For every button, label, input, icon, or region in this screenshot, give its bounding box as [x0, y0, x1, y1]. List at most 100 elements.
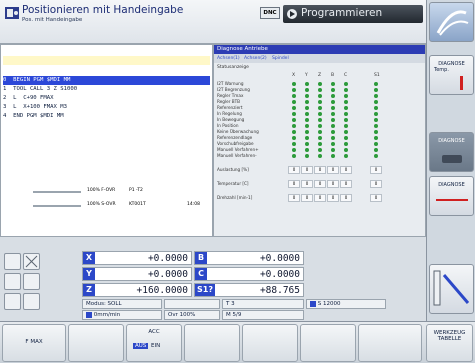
acc-label: ACC	[148, 329, 160, 335]
value-cell: 0	[288, 194, 300, 202]
spindle-override-bar	[33, 205, 81, 207]
status-led	[344, 124, 348, 128]
status-led	[331, 106, 335, 110]
tab-spindle[interactable]: Spindel	[272, 54, 289, 63]
status-led	[318, 112, 322, 116]
status-led	[331, 142, 335, 146]
status-led	[374, 148, 378, 152]
view-icons	[4, 247, 78, 317]
view-icon[interactable]	[23, 273, 40, 290]
fmax-softkey[interactable]: F MAX	[2, 324, 66, 362]
tab-axes-2[interactable]: Achsen(2)	[244, 54, 267, 63]
status-led	[344, 82, 348, 86]
status-led	[292, 112, 296, 116]
status-row: In Bewegung	[214, 117, 425, 123]
status-led	[374, 136, 378, 140]
value-row-label: Temperatur [C]	[217, 181, 249, 186]
view-icon[interactable]	[4, 293, 21, 310]
softkey-empty[interactable]	[242, 324, 298, 362]
program-line[interactable]: 2 L C+90 FMAX	[3, 94, 210, 103]
ein-option[interactable]: EIN	[151, 343, 160, 349]
status-led	[292, 82, 296, 86]
status-row-label: Manuell Verfahren-	[217, 153, 257, 158]
status-led	[374, 124, 378, 128]
program-line[interactable]: 3 L X+100 FMAX M3	[3, 103, 210, 112]
diagnosis-drives-button[interactable]: DIAGNOSE	[429, 132, 474, 172]
status-led	[331, 112, 335, 116]
value-row: Drehzahl [min-1] 0 0 0 0 0 0	[214, 193, 425, 203]
close-icon[interactable]	[23, 253, 40, 270]
status-led	[305, 154, 309, 158]
override-button[interactable]	[429, 264, 474, 314]
status-led	[344, 94, 348, 98]
axis-name: X	[83, 252, 95, 264]
drive-icon	[442, 155, 462, 163]
status-led	[344, 112, 348, 116]
status-row: Manuell Verfahren-	[214, 153, 425, 159]
status-led	[344, 130, 348, 134]
spindle-icon	[310, 300, 316, 307]
feed-override-label: 100% F-OVR	[87, 188, 116, 193]
status-row-label: In Bewegung	[217, 117, 245, 122]
program-window[interactable]: 0 BEGIN PGM $MDI MM 1 TOOL CALL 3 Z S100…	[0, 44, 213, 237]
aus-option[interactable]: AUS	[133, 343, 149, 349]
softkey-empty[interactable]	[184, 324, 240, 362]
tool-number: T 3	[222, 299, 304, 309]
status-led	[318, 100, 322, 104]
diagnosis-io-button[interactable]: DIAGNOSE	[429, 176, 474, 216]
status-row-label: Vorschubfreigabe	[217, 141, 254, 146]
value-row-label: Drehzahl [min-1]	[217, 195, 253, 200]
value-cell: 0	[340, 194, 352, 202]
heidenhain-logo	[429, 2, 474, 42]
program-line[interactable]: 4 END PGM $MDI MM	[3, 112, 210, 121]
value-cell: 0	[370, 194, 382, 202]
status-row-label: In Regelung	[217, 111, 242, 116]
status-row: Regler Tmax	[214, 93, 425, 99]
value-cell: 0	[288, 166, 300, 174]
status-led	[318, 82, 322, 86]
programming-mode-button[interactable]: Programmieren	[283, 5, 423, 23]
position-display: X +0.0000 Y +0.0000 Z +160.0000 B +0.000…	[0, 237, 426, 321]
status-led	[305, 142, 309, 146]
softkey-empty[interactable]	[300, 324, 356, 362]
status-led	[305, 100, 309, 104]
status-row-label: I2T Warnung	[217, 81, 244, 86]
program-line[interactable]: 0 BEGIN PGM $MDI MM	[3, 76, 210, 85]
status-led	[374, 112, 378, 116]
softkey-empty[interactable]	[68, 324, 124, 362]
temp-label: Temp.	[434, 67, 449, 73]
value-cell: 0	[327, 166, 339, 174]
status-led	[331, 136, 335, 140]
diagnosis-tabs: Achsen(1) Achsen(2) Spindel	[214, 54, 425, 63]
status-led	[344, 118, 348, 122]
tool-table-softkey[interactable]: WERKZEUG TABELLE	[426, 324, 473, 362]
spindle-override-label: 100% S-OVR	[87, 202, 116, 207]
axis-value: +88.765	[259, 285, 300, 296]
view-icon[interactable]	[4, 273, 21, 290]
status-led	[374, 94, 378, 98]
view-icon[interactable]	[23, 293, 40, 310]
status-row: I2T Begrenzung	[214, 87, 425, 93]
feed-override-bar	[33, 191, 81, 193]
status-led	[305, 88, 309, 92]
logo-icon	[436, 10, 469, 36]
feed-icon	[86, 311, 92, 318]
status-led	[331, 94, 335, 98]
status-led	[344, 148, 348, 152]
axis-value: +0.0000	[259, 269, 300, 280]
softkey-empty[interactable]	[358, 324, 422, 362]
hand-input-icon	[5, 7, 19, 19]
acc-softkey[interactable]: ACC AUS EIN	[126, 324, 182, 362]
status-led	[344, 106, 348, 110]
status-led	[318, 142, 322, 146]
tab-axes-1[interactable]: Achsen(1)	[217, 54, 240, 63]
view-icon[interactable]	[4, 253, 21, 270]
diagnosis-temp-button[interactable]: DIAGNOSE Temp.	[429, 55, 474, 95]
status-row-label: Manuell Verfahren+	[217, 147, 259, 152]
value-cell: 0	[301, 166, 313, 174]
value-row-label: Auslastung [%]	[217, 167, 249, 172]
axis-name: B	[195, 252, 207, 264]
program-line[interactable]: 1 TOOL CALL 3 Z S1000	[3, 85, 210, 94]
value-cell: 0	[301, 180, 313, 188]
header-bar: Positionieren mit Handeingabe Pos. mit H…	[0, 0, 426, 44]
